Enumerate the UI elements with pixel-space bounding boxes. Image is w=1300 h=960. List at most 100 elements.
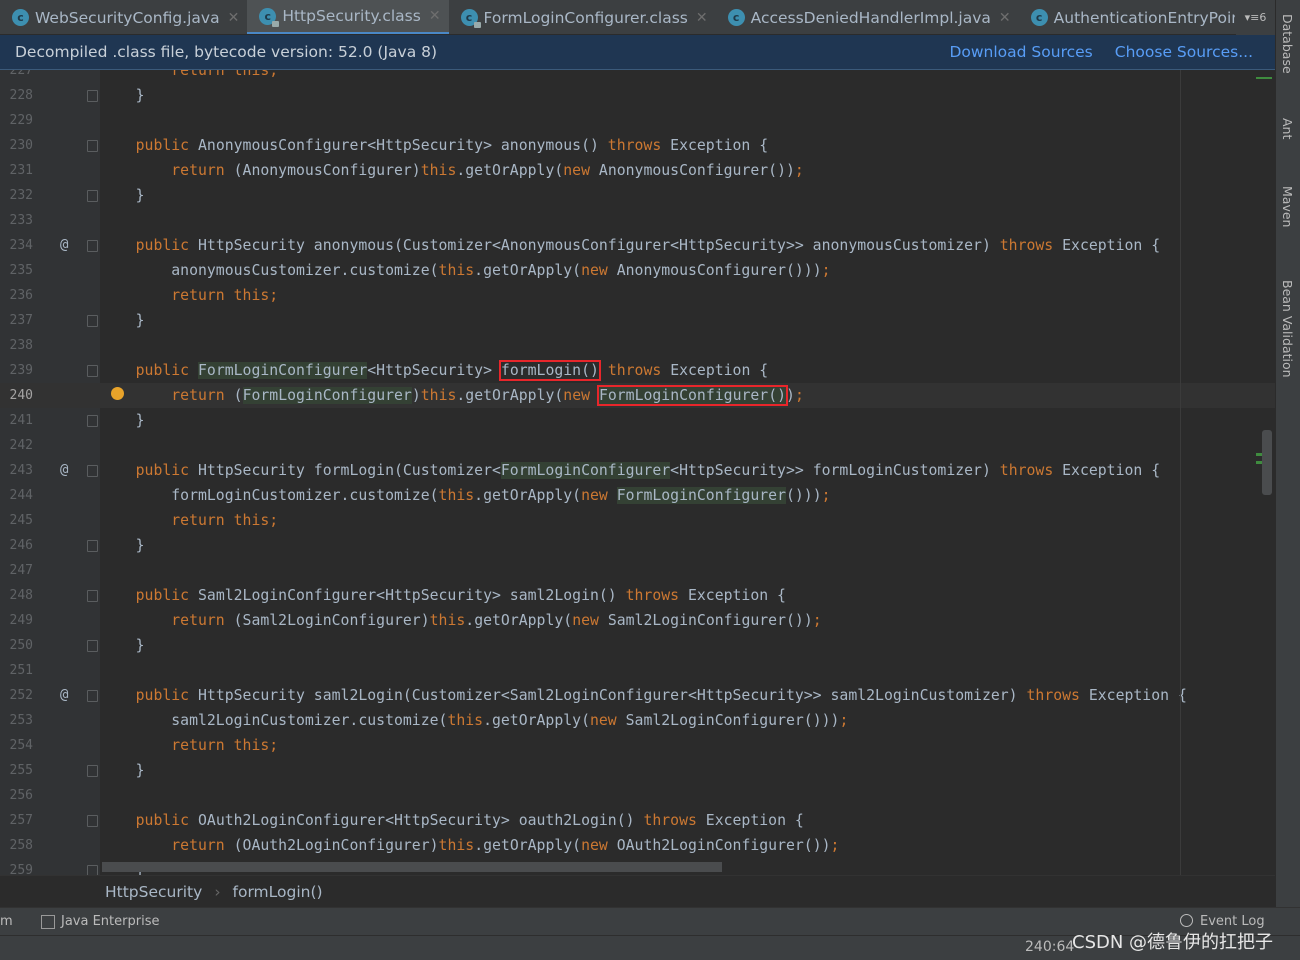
fold-icon[interactable] — [87, 365, 98, 377]
tool-bean-validation[interactable]: Bean Validation — [1280, 280, 1295, 378]
fold-icon[interactable] — [87, 465, 98, 477]
override-annotation-icon[interactable]: @ — [60, 683, 68, 708]
code-token: public — [100, 687, 198, 704]
tab-overflow-button[interactable]: ▾≡6 — [1236, 0, 1275, 35]
override-annotation-icon[interactable]: @ — [60, 458, 68, 483]
fold-icon[interactable] — [87, 590, 98, 602]
tool-database[interactable]: Database — [1280, 14, 1295, 74]
code-token: public — [100, 362, 198, 379]
code-line[interactable]: 228 } — [0, 83, 1275, 108]
code-text: } — [100, 533, 145, 558]
fold-icon[interactable] — [87, 240, 98, 252]
code-line[interactable]: 255 } — [0, 758, 1275, 783]
code-line[interactable]: 241 } — [0, 408, 1275, 433]
code-line[interactable]: 252 @ public HttpSecurity saml2Login(Cust… — [0, 683, 1275, 708]
close-icon[interactable]: ✕ — [429, 8, 441, 24]
code-line[interactable]: 232 } — [0, 183, 1275, 208]
code-line[interactable]: 243 @ public HttpSecurity formLogin(Custo… — [0, 458, 1275, 483]
fold-icon[interactable] — [87, 815, 98, 827]
code-line[interactable]: 248 public Saml2LoginConfigurer<HttpSecu… — [0, 583, 1275, 608]
fold-icon[interactable] — [87, 865, 98, 875]
fold-icon[interactable] — [87, 190, 98, 202]
java-enterprise-tool[interactable]: Java Enterprise — [61, 914, 159, 929]
code-line[interactable]: 229 — [0, 108, 1275, 133]
code-token: ())) — [785, 487, 822, 504]
code-line[interactable]: 234 @ public HttpSecurity anonymous(Custo… — [0, 233, 1275, 258]
vertical-scrollbar[interactable] — [1262, 430, 1272, 495]
fold-icon[interactable] — [87, 140, 98, 152]
code-token: saml2LoginCustomizer.customize( — [100, 712, 448, 729]
code-line[interactable]: 258 return (OAuth2LoginConfigurer)this.g… — [0, 833, 1275, 858]
tab-authenticationentrypointim[interactable]: cAuthenticationEntryPointIm✕ — [1019, 0, 1235, 34]
line-number: 248 — [9, 588, 33, 603]
code-line[interactable]: 247 — [0, 558, 1275, 583]
code-line[interactable]: 254 return this; — [0, 733, 1275, 758]
fold-icon[interactable] — [87, 540, 98, 552]
tab-httpsecurity-class[interactable]: c HttpSecurity.class ✕ — [247, 0, 449, 34]
code-line[interactable]: 246 } — [0, 533, 1275, 558]
code-token: this — [420, 387, 457, 404]
tab-formloginconfigurer-class[interactable]: c FormLoginConfigurer.class ✕ — [449, 0, 716, 34]
breadcrumb-method[interactable]: formLogin() — [233, 883, 323, 901]
fold-icon[interactable] — [87, 315, 98, 327]
code-line[interactable]: 244 formLoginCustomizer.customize(this.g… — [0, 483, 1275, 508]
override-annotation-icon[interactable]: @ — [60, 233, 68, 258]
code-line[interactable]: 227 return this; — [0, 70, 1275, 83]
tool-maven[interactable]: Maven — [1280, 186, 1295, 227]
tool-ant[interactable]: Ant — [1280, 118, 1295, 139]
code-token: .getOrApply( — [456, 387, 564, 404]
code-line[interactable]: 250 } — [0, 633, 1275, 658]
code-token: Saml2LoginConfigurer()) — [607, 612, 813, 629]
tool-window-truncated[interactable]: m — [0, 914, 13, 929]
code-line[interactable]: 231 return (AnonymousConfigurer)this.get… — [0, 158, 1275, 183]
download-sources-link[interactable]: Download Sources — [949, 43, 1092, 61]
code-editor[interactable]: 227 return this; 228 } 229 230 public Anony… — [0, 70, 1275, 875]
code-token: Exception { — [670, 137, 769, 154]
tab-label: WebSecurityConfig.java — [35, 8, 220, 27]
code-line[interactable]: 236 return this; — [0, 283, 1275, 308]
code-line[interactable]: 249 return (Saml2LoginConfigurer)this.ge… — [0, 608, 1275, 633]
code-token: public — [100, 137, 198, 154]
code-token: Saml2LoginConfigurer<HttpSecurity> saml2… — [198, 587, 626, 604]
close-icon[interactable]: ✕ — [999, 10, 1011, 26]
code-line[interactable]: 233 — [0, 208, 1275, 233]
decompiled-banner: Decompiled .class file, bytecode version… — [0, 35, 1275, 70]
fold-icon[interactable] — [87, 640, 98, 652]
fold-icon[interactable] — [87, 690, 98, 702]
choose-sources-link[interactable]: Choose Sources... — [1115, 43, 1253, 61]
code-token: HttpSecurity formLogin(Customizer< — [198, 462, 501, 479]
code-line[interactable]: 253 saml2LoginCustomizer.customize(this.… — [0, 708, 1275, 733]
breadcrumb-class[interactable]: HttpSecurity — [105, 883, 202, 901]
fold-icon[interactable] — [87, 90, 98, 102]
code-line[interactable]: 245 return this; — [0, 508, 1275, 533]
close-icon[interactable]: ✕ — [228, 10, 240, 26]
code-line[interactable]: 257 public OAuth2LoginConfigurer<HttpSec… — [0, 808, 1275, 833]
code-line[interactable]: 237 } — [0, 308, 1275, 333]
code-token: ) — [786, 387, 795, 404]
caret-position[interactable]: 240:64 — [1025, 939, 1074, 955]
horizontal-scrollbar[interactable] — [102, 862, 722, 872]
fold-icon[interactable] — [87, 415, 98, 427]
code-line[interactable]: 230 public AnonymousConfigurer<HttpSecur… — [0, 133, 1275, 158]
code-line[interactable]: 251 — [0, 658, 1275, 683]
code-token: return this; — [100, 287, 279, 304]
tab-accessdeniedhandlerimpl-java[interactable]: c AccessDeniedHandlerImpl.java ✕ — [716, 0, 1019, 34]
event-log-tool[interactable]: Event Log — [1200, 914, 1265, 929]
fold-icon[interactable] — [87, 765, 98, 777]
code-line[interactable]: 239 public FormLoginConfigurer<HttpSecur… — [0, 358, 1275, 383]
code-line[interactable]: 235 anonymousCustomizer.customize(this.g… — [0, 258, 1275, 283]
code-line[interactable]: 240 return (FormLoginConfigurer)this.get… — [0, 383, 1275, 408]
line-number: 249 — [9, 613, 33, 628]
code-text: public FormLoginConfigurer<HttpSecurity>… — [100, 358, 768, 383]
close-icon[interactable]: ✕ — [696, 10, 708, 26]
tab-websecurityconfig-java[interactable]: c WebSecurityConfig.java ✕ — [0, 0, 247, 34]
code-token: return — [100, 162, 234, 179]
code-token: formLoginCustomizer.customize( — [100, 487, 439, 504]
code-text: } — [100, 308, 145, 333]
code-line[interactable]: 238 — [0, 333, 1275, 358]
code-token: ( — [233, 387, 243, 404]
code-line[interactable]: 242 — [0, 433, 1275, 458]
line-number: 236 — [9, 288, 33, 303]
code-line[interactable]: 256 — [0, 783, 1275, 808]
line-number: 244 — [9, 488, 33, 503]
